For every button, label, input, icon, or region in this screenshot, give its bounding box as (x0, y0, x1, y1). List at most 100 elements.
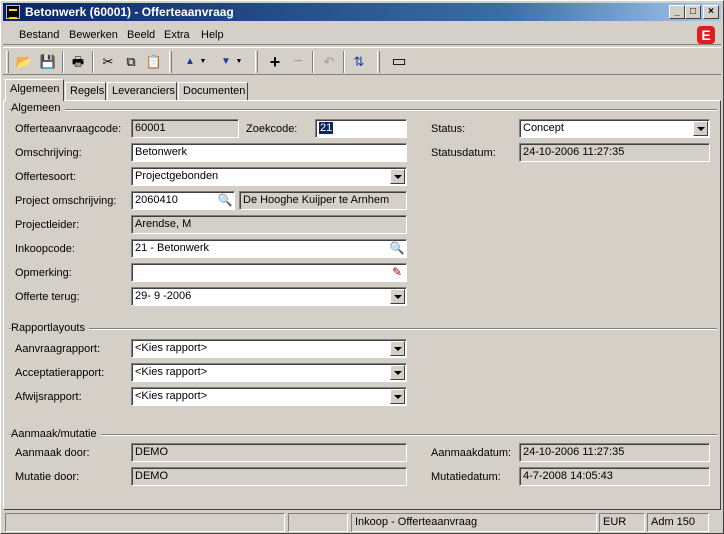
statusdatum-field: 24-10-2006 11:27:35 (519, 143, 710, 162)
menu-extra[interactable]: Extra (164, 29, 190, 41)
toolbar-separator (343, 51, 345, 73)
status-currency: EUR (599, 513, 645, 532)
project-description-field: De Hooghe Kuijper te Arnhem (239, 191, 407, 210)
application-window: Betonwerk (60001) - Offerteaanvraag _ □ … (0, 0, 724, 534)
toolbar-grip (169, 51, 172, 73)
aanvraagrapport-label: Aanvraagrapport: (15, 343, 100, 355)
print-icon[interactable]: 🖶 (67, 52, 89, 72)
mutatiedatum-label: Mutatiedatum: (431, 471, 501, 483)
afwijsrapport-dropdown[interactable]: <Kies rapport> (131, 387, 407, 406)
open-icon[interactable]: 📂 (13, 52, 35, 72)
offertesoort-value: Projectgebonden (135, 170, 219, 182)
refresh-icon[interactable]: ⇅ (348, 52, 370, 72)
status-cell-empty (5, 513, 285, 532)
tab-documenten[interactable]: Documenten (178, 82, 248, 101)
aanvraagrapport-value: <Kies rapport> (135, 342, 208, 354)
chevron-down-icon[interactable] (390, 365, 405, 380)
project-omschrijving-label: Project omschrijving: (15, 195, 117, 207)
close-button[interactable]: × (703, 5, 719, 19)
resize-grip-icon[interactable] (709, 513, 721, 532)
projectleider-label: Projectleider: (15, 219, 80, 231)
offertesoort-dropdown[interactable]: Projectgebonden (131, 167, 407, 186)
chevron-down-icon[interactable] (390, 289, 405, 304)
group-title-algemeen: Algemeen (11, 102, 65, 114)
toolbar-grip (255, 51, 258, 73)
minimize-button[interactable]: _ (669, 5, 685, 19)
status-dropdown[interactable]: Concept (519, 119, 710, 138)
tab-regels[interactable]: Regels (65, 82, 106, 101)
app-icon (6, 5, 20, 19)
group-title-rapportlayouts: Rapportlayouts (11, 322, 89, 334)
maximize-button[interactable]: □ (685, 5, 701, 19)
group-title-aanmaak-mutatie: Aanmaak/mutatie (11, 428, 101, 440)
search-icon[interactable]: 🔍 (217, 193, 233, 208)
inkoopcode-input[interactable]: 21 - Betonwerk 🔍 (131, 239, 407, 258)
offerte-terug-label: Offerte terug: (15, 291, 80, 303)
window-icon[interactable]: ▭ (388, 52, 410, 72)
save-icon[interactable]: 💾 (37, 52, 59, 72)
mutatiedatum-field: 4-7-2008 14:05:43 (519, 467, 710, 486)
toolbar-separator (62, 51, 64, 73)
search-icon[interactable]: 🔍 (389, 241, 405, 256)
chevron-down-icon[interactable] (390, 341, 405, 356)
cut-icon[interactable]: ✂ (97, 52, 119, 72)
aanmaak-door-field: DEMO (131, 443, 407, 462)
offertesoort-label: Offertesoort: (15, 171, 76, 183)
menu-bar: Bestand Bewerken Beeld Extra Help (3, 25, 721, 45)
edit-note-icon[interactable]: ✎ (389, 265, 405, 280)
status-admin: Adm 150 (647, 513, 709, 532)
chevron-down-icon[interactable]: ▼ (197, 52, 209, 72)
menu-beeld[interactable]: Beeld (127, 29, 155, 41)
toolbar-grip (377, 51, 380, 73)
acceptatierapport-value: <Kies rapport> (135, 366, 208, 378)
menu-bewerken[interactable]: Bewerken (69, 29, 118, 41)
inkoopcode-value: 21 - Betonwerk (135, 242, 209, 254)
chevron-down-icon[interactable] (390, 389, 405, 404)
statusdatum-label: Statusdatum: (431, 147, 496, 159)
remove-icon[interactable]: − (287, 52, 309, 72)
opmerking-input[interactable]: ✎ (131, 263, 407, 282)
title-bar: Betonwerk (60001) - Offerteaanvraag _ □ … (3, 3, 721, 21)
chevron-down-icon[interactable]: ▼ (233, 52, 245, 72)
window-title: Betonwerk (60001) - Offerteaanvraag (25, 5, 234, 19)
add-icon[interactable]: + (264, 52, 286, 72)
tab-leveranciers[interactable]: Leveranciers (107, 82, 177, 101)
zoekcode-value: 21 (319, 122, 334, 134)
mutatie-door-label: Mutatie door: (15, 471, 80, 483)
zoekcode-label: Zoekcode: (246, 123, 298, 135)
brand-logo-icon: E (697, 26, 715, 44)
afwijsrapport-value: <Kies rapport> (135, 390, 208, 402)
status-context: Inkoop - Offerteaanvraag (351, 513, 597, 532)
afwijsrapport-label: Afwijsrapport: (15, 391, 82, 403)
omschrijving-input[interactable]: Betonwerk (131, 143, 407, 162)
tab-algemeen[interactable]: Algemeen (5, 79, 64, 101)
aanmaakdatum-label: Aanmaakdatum: (431, 447, 512, 459)
group-divider (9, 434, 717, 436)
acceptatierapport-dropdown[interactable]: <Kies rapport> (131, 363, 407, 382)
project-input[interactable]: 2060410 🔍 (131, 191, 235, 210)
menu-help[interactable]: Help (201, 29, 224, 41)
undo-icon[interactable]: ↶ (318, 52, 340, 72)
offerteaanvraagcode-field: 60001 (131, 119, 239, 138)
chevron-down-icon[interactable] (693, 121, 708, 136)
toolbar: 📂 💾 🖶 ✂ ⧉ 📋 ▲ ▼ ▼ ▼ + − ↶ ⇅ ▭ (3, 47, 721, 75)
toolbar-grip (6, 51, 9, 73)
opmerking-label: Opmerking: (15, 267, 72, 279)
offerteaanvraagcode-label: Offerteaanvraagcode: (15, 123, 122, 135)
mutatie-door-field: DEMO (131, 467, 407, 486)
omschrijving-label: Omschrijving: (15, 147, 82, 159)
group-divider (9, 328, 717, 330)
toolbar-separator (92, 51, 94, 73)
group-divider (9, 109, 717, 111)
zoekcode-input[interactable]: 21 (315, 119, 407, 138)
offerte-terug-date-picker[interactable]: 29- 9 -2006 (131, 287, 407, 306)
status-cell-empty (288, 513, 348, 532)
copy-icon[interactable]: ⧉ (120, 52, 142, 72)
menu-bestand[interactable]: Bestand (19, 29, 59, 41)
status-label: Status: (431, 123, 466, 135)
paste-icon[interactable]: 📋 (143, 52, 165, 72)
aanvraagrapport-dropdown[interactable]: <Kies rapport> (131, 339, 407, 358)
offerte-terug-value: 29- 9 -2006 (135, 290, 192, 302)
chevron-down-icon[interactable] (390, 169, 405, 184)
aanmaakdatum-field: 24-10-2006 11:27:35 (519, 443, 710, 462)
